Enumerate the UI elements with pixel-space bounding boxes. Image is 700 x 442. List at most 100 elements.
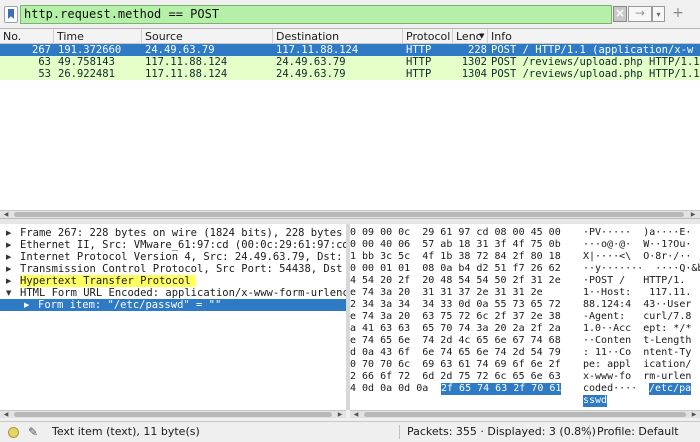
hex-bytes: 0 00 40 06 57 ab 18 31 3f 4f 75 0b xyxy=(350,239,561,250)
display-filter-bar: http.request.method == POST × → ▾ + xyxy=(0,0,700,28)
detail-item-label: Form item: "/etc/passwd" = "" xyxy=(38,299,222,311)
filter-history-dropdown[interactable]: ▾ xyxy=(652,6,665,22)
detail-tree-item[interactable]: ▼ HTML Form URL Encoded: application/x-w… xyxy=(0,287,346,299)
hex-bytes: a 41 63 63 65 70 74 3a 20 2a 2f 2a xyxy=(350,323,561,334)
expand-arrow-icon[interactable]: ▶ xyxy=(6,251,14,263)
display-filter-input[interactable]: http.request.method == POST xyxy=(20,5,612,24)
hex-bytes: 0 70 70 6c 69 63 61 74 69 6f 6e 2f xyxy=(350,359,561,370)
ascii-bytes: 1.0··Acc ept: */* xyxy=(583,323,692,334)
packet-no: 53 xyxy=(38,68,51,80)
ascii-bytes: coded···· xyxy=(583,383,638,394)
hex-bytes: e 74 3a 20 31 31 37 2e 31 31 2e xyxy=(350,287,543,298)
packet-info: POST /reviews/upload.php HTTP/1.1 xyxy=(491,56,700,68)
hex-bytes: 0 00 01 01 08 0a b4 d2 51 f7 26 62 xyxy=(350,263,561,274)
detail-item-label: Transmission Control Protocol, Src Port:… xyxy=(20,263,346,275)
packet-details-pane[interactable]: ▶ Frame 267: 228 bytes on wire (1824 bit… xyxy=(0,224,346,410)
expand-arrow-icon[interactable]: ▶ xyxy=(6,275,14,287)
detail-tree-item[interactable]: ▶ Hypertext Transfer Protocol xyxy=(0,275,346,287)
hex-bytes: 2 34 3a 34 34 33 0d 0a 55 73 65 72 xyxy=(350,299,561,310)
bytes-row: a 41 63 63 65 70 74 3a 20 2a 2f 2a 1.0··A… xyxy=(350,323,700,335)
detail-item-label: Hypertext Transfer Protocol xyxy=(20,275,196,287)
column-header-destination[interactable]: Destination xyxy=(273,29,403,44)
hex-bytes: d 0a 43 6f 6e 74 65 6e 74 2d 54 79 xyxy=(350,347,561,358)
detail-tree-item[interactable]: ▶ Transmission Control Protocol, Src Por… xyxy=(0,263,346,275)
status-profile[interactable]: Profile: Default xyxy=(597,422,679,442)
hex-bytes: 0 09 00 0c 29 61 97 cd 08 00 45 00 xyxy=(350,227,561,238)
detail-item-label: Ethernet II, Src: VMware_61:97:cd (00:0c… xyxy=(20,239,346,251)
ascii-bytes: X|····<\ O·8r·/·· xyxy=(583,251,692,262)
packet-length: 1304 xyxy=(461,68,487,80)
packet-source: 117.11.88.124 xyxy=(145,56,228,68)
expand-arrow-icon[interactable]: ▶ xyxy=(24,299,32,311)
scrollbar-thumb[interactable] xyxy=(14,412,332,417)
packet-row[interactable]: 63 49.758143 117.11.88.124 24.49.63.79 H… xyxy=(0,56,700,68)
scroll-left-icon[interactable]: ◀ xyxy=(2,411,10,419)
bytes-row: sswd xyxy=(350,395,700,407)
expand-arrow-icon[interactable]: ▶ xyxy=(6,239,14,251)
scroll-left-icon[interactable]: ◀ xyxy=(352,411,360,419)
status-bar: ✎ Text item (text), 11 byte(s) Packets: … xyxy=(0,421,700,442)
collapse-arrow-icon[interactable]: ▼ xyxy=(6,287,14,299)
scrollbar-thumb[interactable] xyxy=(364,412,686,417)
packet-info: POST / HTTP/1.1 (application/x-w xyxy=(491,44,694,56)
packet-info: POST /reviews/upload.php HTTP/1.1 xyxy=(491,68,700,80)
bytes-row: 1 bb 3c 5c 4f 1b 38 72 84 2f 80 18 X|····… xyxy=(350,251,700,263)
add-filter-button[interactable]: + xyxy=(670,6,686,22)
column-header-protocol[interactable]: Protocol xyxy=(403,29,453,44)
bytes-row: 4 0d 0a 0d 0a 2f 65 74 63 2f 70 61 coded… xyxy=(350,383,700,395)
ascii-bytes: pe: appl ication/ xyxy=(583,359,692,370)
status-item-text: Text item (text), 11 byte(s) xyxy=(52,425,200,438)
apply-filter-button[interactable]: → xyxy=(628,6,652,22)
hex-bytes: 1 bb 3c 5c 4f 1b 38 72 84 2f 80 18 xyxy=(350,251,561,262)
packet-bytes-pane[interactable]: 0 09 00 0c 29 61 97 cd 08 00 45 00 ·PV···… xyxy=(350,224,700,410)
bytes-row: 2 66 6f 72 6d 2d 75 72 6c 65 6e 63 x-www-… xyxy=(350,371,700,383)
column-header-time[interactable]: Time xyxy=(54,29,142,44)
bytes-row: 0 00 40 06 57 ab 18 31 3f 4f 75 0b ···o@·… xyxy=(350,239,700,251)
expand-arrow-icon[interactable]: ▶ xyxy=(6,263,14,275)
ascii-bytes: ··y······· ····Q·&b xyxy=(583,263,700,274)
bytes-row: 2 34 3a 34 34 33 0d 0a 55 73 65 72 88.124… xyxy=(350,299,700,311)
detail-tree-item[interactable]: ▶ Ethernet II, Src: VMware_61:97:cd (00:… xyxy=(0,239,346,251)
bytes-hscrollbar[interactable]: ◀ ▶ xyxy=(350,410,700,418)
bytes-row: e 74 65 6e 74 2d 4c 65 6e 67 74 68 ··Cont… xyxy=(350,335,700,347)
scrollbar-thumb[interactable] xyxy=(14,212,684,217)
packet-protocol: HTTP xyxy=(406,56,432,68)
packet-time: 49.758143 xyxy=(58,56,115,68)
detail-tree-item-selected[interactable]: ▶ Form item: "/etc/passwd" = "" xyxy=(0,299,346,311)
expert-info-icon[interactable] xyxy=(8,427,19,438)
details-hscrollbar[interactable]: ◀ ▶ xyxy=(0,410,346,418)
packet-time: 191.372660 xyxy=(58,44,122,56)
detail-item-label: Internet Protocol Version 4, Src: 24.49.… xyxy=(20,251,346,263)
edit-comment-icon[interactable]: ✎ xyxy=(28,422,38,442)
packet-row[interactable]: 53 26.922481 117.11.88.124 24.49.63.79 H… xyxy=(0,68,700,80)
packet-row[interactable]: 267 191.372660 24.49.63.79 117.11.88.124… xyxy=(0,44,700,56)
scroll-right-icon[interactable]: ▶ xyxy=(336,411,344,419)
status-packet-counts: Packets: 355 · Displayed: 3 (0.8%) xyxy=(407,425,596,438)
bytes-row: 4 54 20 2f 20 48 54 54 50 2f 31 2e ·POST … xyxy=(350,275,700,287)
expand-arrow-icon[interactable]: ▶ xyxy=(6,227,14,239)
column-header-no[interactable]: No. xyxy=(0,29,54,44)
ascii-bytes: x-www-fo rm-urlen xyxy=(583,371,692,382)
packet-length: 228 xyxy=(468,44,487,56)
hex-bytes-selected: 2f 65 74 63 2f 70 61 xyxy=(441,383,562,395)
ascii-bytes: 1··Host: 117.11. xyxy=(583,287,692,298)
packet-time: 26.922481 xyxy=(58,68,115,80)
bytes-row: 0 09 00 0c 29 61 97 cd 08 00 45 00 ·PV···… xyxy=(350,227,700,239)
scroll-right-icon[interactable]: ▶ xyxy=(690,411,698,419)
ascii-bytes: ··Conten t-Length xyxy=(583,335,692,346)
packet-list-pane[interactable]: No. Time Source Destination Protocol Len… xyxy=(0,28,700,210)
column-header-info[interactable]: Info xyxy=(488,29,700,44)
ascii-bytes-selected: /etc/pa xyxy=(649,383,692,395)
packet-list-hscrollbar[interactable]: ◀ ▶ xyxy=(0,210,700,218)
hex-bytes: 4 0d 0a 0d 0a xyxy=(350,383,435,394)
status-divider xyxy=(589,425,590,439)
ascii-bytes: 88.124:4 43··User xyxy=(583,299,692,310)
hex-bytes: e 74 3a 20 63 75 72 6c 2f 37 2e 38 xyxy=(350,311,561,322)
packet-list-header: No. Time Source Destination Protocol Len… xyxy=(0,29,700,44)
detail-tree-item[interactable]: ▶ Internet Protocol Version 4, Src: 24.4… xyxy=(0,251,346,263)
packet-length: 1302 xyxy=(461,56,487,68)
filter-bookmark-button[interactable] xyxy=(4,6,18,23)
detail-tree-item[interactable]: ▶ Frame 267: 228 bytes on wire (1824 bit… xyxy=(0,227,346,239)
clear-filter-button[interactable]: × xyxy=(613,6,627,22)
column-header-source[interactable]: Source xyxy=(142,29,273,44)
